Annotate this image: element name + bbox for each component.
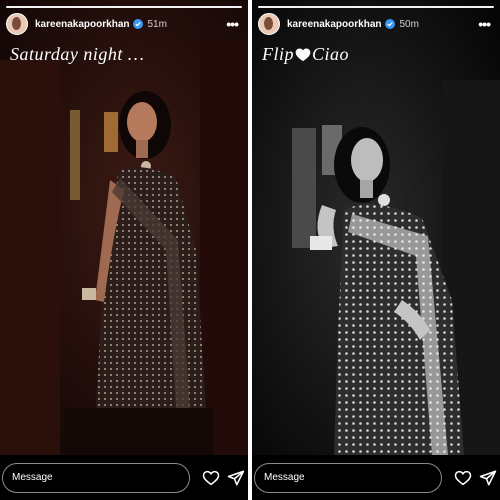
caption-text-end: Ciao [312, 44, 350, 64]
story-caption: Flip Ciao [262, 44, 349, 65]
message-input[interactable]: Message [254, 463, 442, 493]
story-reply-bar: Message [252, 455, 500, 500]
send-icon[interactable] [227, 469, 245, 487]
story-reply-bar: Message [0, 455, 248, 500]
profile-avatar[interactable] [6, 13, 28, 35]
send-icon[interactable] [479, 469, 497, 487]
more-options-icon[interactable]: ••• [226, 17, 242, 31]
username-label[interactable]: kareenakapoorkhan [35, 19, 130, 30]
story-photo-left [0, 0, 248, 455]
verified-badge-icon [132, 19, 143, 29]
story-right[interactable]: kareenakapoorkhan 50m ••• Flip Ciao Messa… [252, 0, 500, 500]
white-heart-emoji-icon [295, 48, 311, 62]
more-options-icon[interactable]: ••• [478, 17, 494, 31]
story-progress-bar [6, 6, 242, 8]
story-caption: Saturday night … [10, 44, 145, 64]
username-label[interactable]: kareenakapoorkhan [287, 19, 382, 30]
heart-icon[interactable] [454, 469, 472, 487]
profile-avatar[interactable] [258, 13, 280, 35]
verified-badge-icon [384, 19, 395, 29]
post-time: 51m [147, 18, 167, 30]
story-progress-bar [258, 6, 494, 8]
message-input[interactable]: Message [2, 463, 190, 493]
story-photo-right [252, 0, 500, 455]
story-left[interactable]: kareenakapoorkhan 51m ••• Saturday night… [0, 0, 248, 500]
story-header: kareenakapoorkhan 51m ••• [6, 13, 242, 35]
heart-icon[interactable] [202, 469, 220, 487]
story-header: kareenakapoorkhan 50m ••• [258, 13, 494, 35]
post-time: 50m [399, 18, 419, 30]
caption-text-start: Flip [262, 44, 294, 64]
